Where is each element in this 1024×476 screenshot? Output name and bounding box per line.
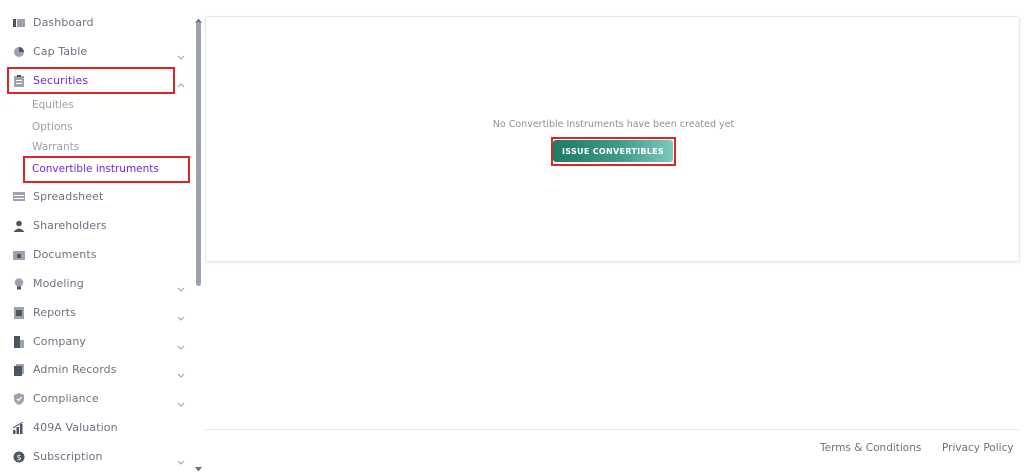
sidebar-item-409a-valuation[interactable]: 409A Valuation	[0, 413, 192, 442]
sidebar-item-label: Admin Records	[33, 363, 117, 376]
spreadsheet-icon	[13, 191, 25, 203]
sidebar-item-cap-table[interactable]: Cap Table	[0, 37, 192, 66]
sidebar-item-label: Spreadsheet	[33, 190, 104, 203]
scroll-up-arrow-icon[interactable]	[194, 10, 203, 23]
scrollbar-thumb[interactable]	[196, 22, 201, 286]
empty-state-card: No Convertible Instruments have been cre…	[205, 16, 1020, 262]
privacy-policy-link[interactable]: Privacy Policy	[942, 442, 1014, 454]
chevron-down-icon	[176, 365, 186, 378]
sidebar-item-subscription[interactable]: $ Subscription	[0, 442, 192, 471]
chevron-down-icon	[176, 452, 186, 465]
records-icon	[13, 363, 25, 376]
folder-icon	[13, 249, 25, 261]
sidebar-item-label: Subscription	[33, 450, 103, 463]
chevron-up-icon	[176, 76, 186, 87]
valuation-icon	[13, 421, 25, 434]
sidebar-item-label: Compliance	[33, 392, 99, 405]
empty-state-message: No Convertible Instruments have been cre…	[492, 119, 735, 130]
svg-text:$: $	[16, 453, 21, 462]
sidebar-item-label: Company	[33, 335, 87, 348]
dashboard-icon	[13, 17, 25, 29]
sidebar-item-reports[interactable]: Reports	[0, 298, 192, 327]
sidebar-item-label: 409A Valuation	[33, 421, 118, 434]
sidebar-item-modeling[interactable]: Modeling	[0, 269, 192, 298]
sidebar-item-dashboard[interactable]: Dashboard	[0, 8, 192, 37]
submenu-item-options[interactable]: Options	[32, 121, 73, 133]
sidebar-item-shareholders[interactable]: Shareholders	[0, 211, 192, 240]
scroll-down-arrow-icon[interactable]	[194, 458, 203, 472]
sidebar: Dashboard Cap Table Securities Equities	[0, 0, 192, 476]
app: Dashboard Cap Table Securities Equities	[0, 0, 1024, 476]
sidebar-item-label: Securities	[33, 74, 89, 87]
sidebar-item-label: Documents	[33, 248, 97, 261]
sidebar-item-admin-records[interactable]: Admin Records	[0, 355, 192, 384]
sidebar-item-compliance[interactable]: Compliance	[0, 384, 192, 413]
sidebar-item-label: Dashboard	[33, 16, 94, 29]
sidebar-item-label: Modeling	[33, 277, 84, 290]
submenu-item-convertible-instruments[interactable]: Convertible instruments	[32, 163, 159, 175]
shield-icon	[13, 392, 25, 405]
chevron-down-icon	[176, 308, 186, 321]
report-icon	[13, 306, 25, 319]
sidebar-scrollbar[interactable]	[194, 10, 203, 472]
sidebar-item-company[interactable]: Company	[0, 327, 192, 356]
footer-divider	[205, 429, 1020, 430]
issue-convertibles-button[interactable]: ISSUE CONVERTIBLES	[553, 140, 673, 162]
pie-chart-icon	[13, 46, 25, 58]
building-icon	[13, 335, 25, 348]
lightbulb-icon	[13, 277, 25, 290]
clipboard-icon	[13, 74, 25, 87]
sidebar-item-securities[interactable]: Securities	[0, 66, 192, 95]
sidebar-item-label: Reports	[33, 306, 76, 319]
dollar-icon: $	[13, 451, 25, 463]
sidebar-item-label: Cap Table	[33, 45, 88, 58]
sidebar-item-label: Shareholders	[33, 219, 107, 232]
submenu-item-equities[interactable]: Equities	[32, 99, 74, 111]
sidebar-item-spreadsheet[interactable]: Spreadsheet	[0, 182, 192, 211]
user-icon	[13, 220, 25, 232]
chevron-down-icon	[176, 279, 186, 292]
chevron-down-icon	[176, 394, 186, 407]
terms-link[interactable]: Terms & Conditions	[820, 442, 921, 454]
chevron-down-icon	[176, 337, 186, 350]
sidebar-item-documents[interactable]: Documents	[0, 240, 192, 269]
submenu-item-warrants[interactable]: Warrants	[32, 141, 79, 153]
chevron-down-icon	[176, 47, 186, 60]
